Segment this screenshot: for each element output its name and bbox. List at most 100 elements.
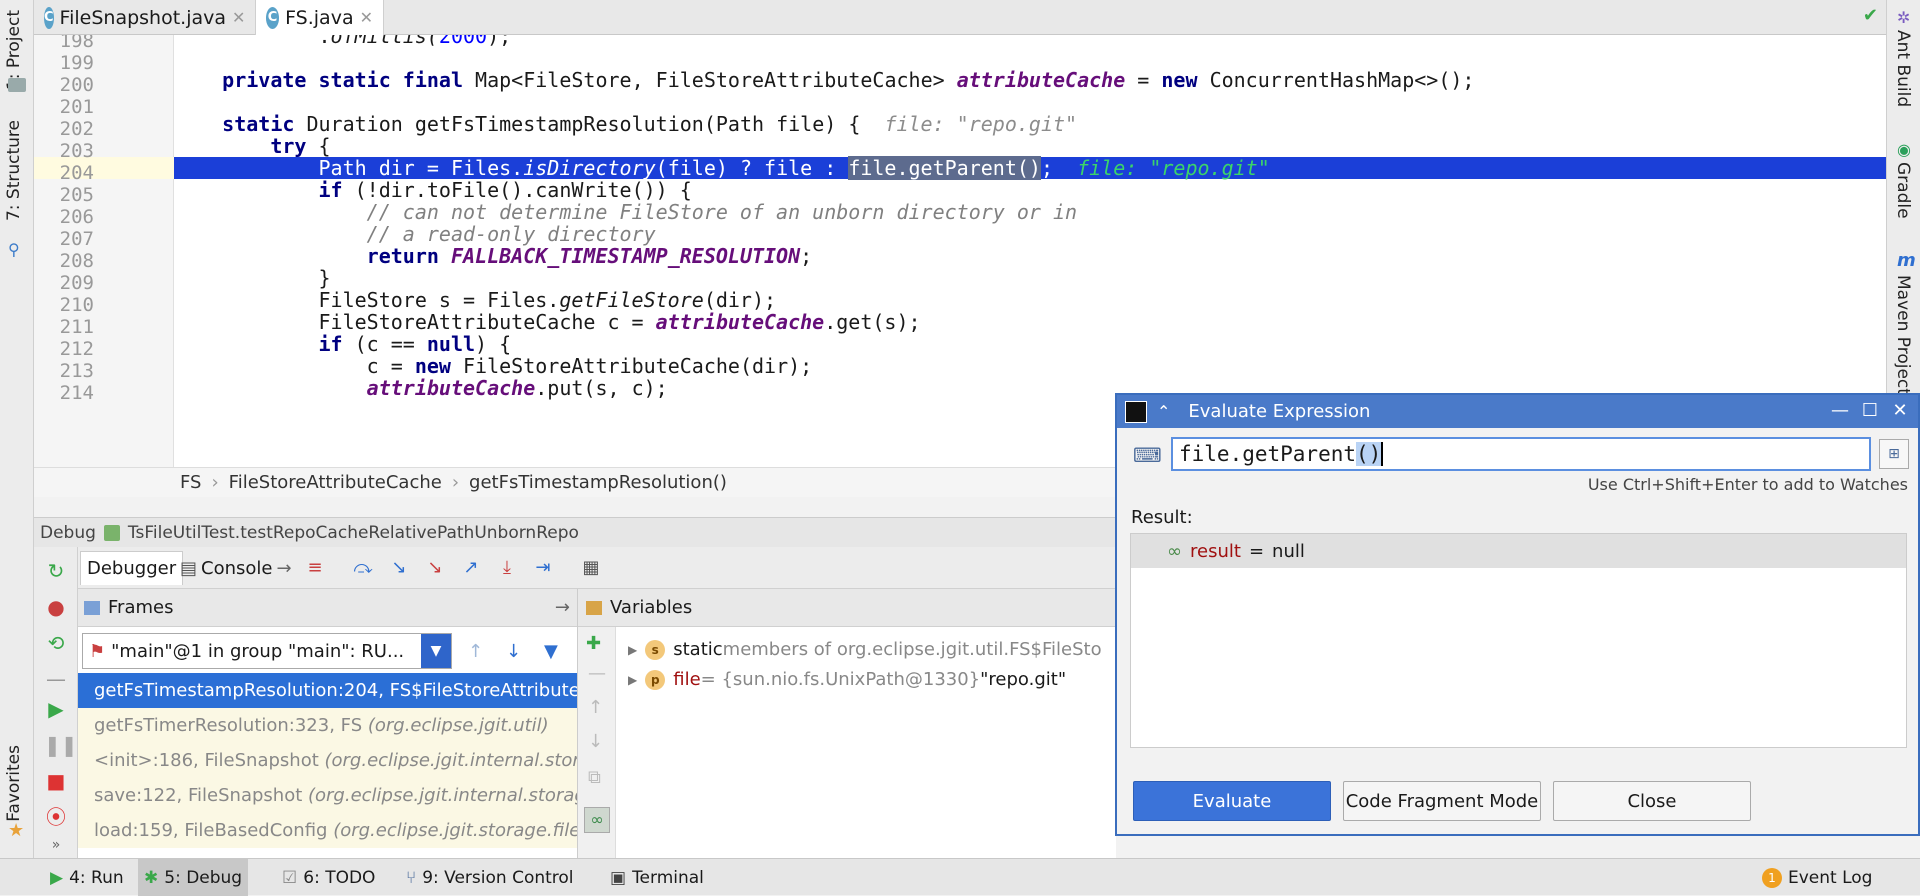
move-up-icon[interactable]: ↑	[588, 697, 603, 718]
maven-tool-tab[interactable]: Maven Projects	[1893, 275, 1913, 404]
line-number[interactable]: 208	[34, 250, 94, 272]
line-number[interactable]: 199	[34, 52, 94, 74]
arrow-down-icon[interactable]: ↓	[506, 641, 521, 662]
close-icon[interactable]: ✕	[360, 8, 373, 27]
frame-row[interactable]: getFsTimestampResolution:204, FS$FileSto…	[78, 673, 577, 708]
close-button[interactable]: Close	[1553, 781, 1751, 821]
line-number[interactable]: 198	[34, 35, 94, 52]
code-fragment-mode-button[interactable]: Code Fragment Mode	[1343, 781, 1541, 821]
frame-row[interactable]: <init>:186, FileSnapshot (org.eclipse.jg…	[78, 743, 577, 778]
line-number[interactable]: 214	[34, 382, 94, 404]
step-over-icon[interactable]: ⤼	[352, 557, 374, 579]
tab-fs[interactable]: C FS.java ✕	[256, 0, 384, 35]
line-number[interactable]: 204	[34, 162, 94, 184]
pin-icon[interactable]: →	[555, 597, 570, 618]
remove-watch-icon[interactable]: —	[588, 663, 606, 684]
variable-row[interactable]: ▶ s static members of org.eclipse.jgit.uti…	[628, 633, 1102, 667]
frame-row[interactable]: getFsTimerResolution:323, FS (org.eclips…	[78, 708, 577, 743]
filter-icon[interactable]: ▼	[544, 641, 558, 662]
structure-tool-tab[interactable]: 7: Structure	[4, 120, 24, 221]
execution-line[interactable]: Path dir = Files.isDirectory(file) ? fil…	[174, 156, 1886, 180]
line-number[interactable]: 203	[34, 140, 94, 162]
code-line[interactable]	[174, 47, 1886, 69]
tab-debugger[interactable]: Debugger	[80, 551, 184, 585]
variable-row[interactable]: ▶ p file = {sun.nio.fs.UnixPath@1330} "rep…	[628, 663, 1066, 697]
add-watch-icon[interactable]: ✚	[586, 633, 601, 654]
line-number[interactable]: 212	[34, 338, 94, 360]
restart-icon[interactable]: ⟲	[44, 631, 68, 655]
more-icon[interactable]: »	[44, 833, 68, 857]
line-number[interactable]: 211	[34, 316, 94, 338]
evaluate-expression-icon[interactable]: ▦	[580, 557, 602, 579]
code-line[interactable]: .ofMillis(2000);	[174, 35, 1886, 47]
history-icon[interactable]: ⌨	[1133, 443, 1162, 467]
pause-icon[interactable]: ❚❚	[44, 733, 78, 757]
frame-row[interactable]: load:159, FileBasedConfig (org.eclipse.j…	[78, 813, 577, 848]
line-number[interactable]: 207	[34, 228, 94, 250]
rerun-icon[interactable]: ↻	[44, 559, 68, 583]
view-breakpoints-icon[interactable]: ⦿	[44, 805, 68, 829]
line-number[interactable]: 213	[34, 360, 94, 382]
drop-frame-icon[interactable]: ⤓	[496, 557, 518, 579]
run-to-cursor-icon[interactable]: ⇥	[532, 557, 554, 579]
result-row[interactable]: ∞ result = null	[1131, 534, 1906, 568]
gradle-tool-tab[interactable]: Gradle	[1893, 162, 1913, 219]
frame-row[interactable]: save:122, FileSnapshot (org.eclipse.jgit…	[78, 778, 577, 813]
tab-filesnapshot[interactable]: C FileSnapshot.java ✕	[34, 0, 256, 35]
run-config-name[interactable]: TsFileUtilTest.testRepoCacheRelativePath…	[128, 523, 579, 543]
todo-tool-tab[interactable]: ☑ 6: TODO	[276, 859, 381, 896]
editor-gutter[interactable]: 198 199 200 201 202 203 204 205 206 207 208 209 210 2…	[34, 35, 174, 467]
expand-arrow-icon[interactable]: ▶	[628, 633, 637, 667]
show-execution-point-icon[interactable]: ≡	[304, 557, 326, 579]
collapse-icon[interactable]: ⌃	[1157, 402, 1170, 421]
code-line[interactable]: private static final Map<FileStore, File…	[174, 69, 1886, 91]
close-window-icon[interactable]: ✕	[1887, 399, 1913, 423]
stop-icon[interactable]: ●	[44, 595, 68, 619]
minimize-icon[interactable]: —	[1827, 399, 1853, 423]
code-line[interactable]: FileStoreAttributeCache c = attributeCac…	[174, 311, 1886, 333]
code-line[interactable]: c = new FileStoreAttributeCache(dir);	[174, 355, 1886, 377]
code-line[interactable]: static Duration getFsTimestampResolution…	[174, 113, 1886, 135]
arrow-up-icon[interactable]: ↑	[468, 641, 483, 662]
chevron-down-icon[interactable]: ▼	[421, 634, 451, 668]
code-line[interactable]: // can not determine FileStore of an unb…	[174, 201, 1886, 223]
favorites-tool-tab[interactable]: Favorites	[4, 745, 24, 822]
expand-arrow-icon[interactable]: ▶	[628, 663, 637, 697]
event-log-tool-tab[interactable]: 1 Event Log	[1756, 859, 1878, 896]
line-number[interactable]: 206	[34, 206, 94, 228]
dialog-title-bar[interactable]: ⌃ Evaluate Expression — ☐ ✕	[1117, 395, 1918, 428]
resume-icon[interactable]: ▶	[44, 697, 68, 721]
maximize-icon[interactable]: ☐	[1857, 399, 1883, 423]
close-icon[interactable]: ✕	[232, 8, 245, 27]
run-tool-tab[interactable]: ▶ 4: Run	[44, 859, 130, 896]
line-number[interactable]: 200	[34, 74, 94, 96]
vcs-tool-tab[interactable]: ⑂ 9: Version Control	[400, 859, 580, 896]
watch-glasses-icon[interactable]: ∞	[584, 807, 610, 833]
expand-icon[interactable]: ⊞	[1879, 439, 1909, 469]
step-out-icon[interactable]: ↗	[460, 557, 482, 579]
evaluate-button[interactable]: Evaluate	[1133, 781, 1331, 821]
line-number[interactable]: 202	[34, 118, 94, 140]
code-line[interactable]: // a read-only directory	[174, 223, 1886, 245]
code-line[interactable]: if (c == null) {	[174, 333, 1886, 355]
move-down-icon[interactable]: ↓	[588, 731, 603, 752]
breadcrumb-item[interactable]: getFsTimestampResolution()	[469, 472, 727, 493]
debug-tool-tab[interactable]: ✱ 5: Debug	[138, 859, 249, 896]
expression-input[interactable]: file.getParent()	[1171, 437, 1871, 471]
line-number[interactable]: 201	[34, 96, 94, 118]
terminal-tool-tab[interactable]: ▣ Terminal	[604, 859, 710, 896]
code-line[interactable]: }	[174, 267, 1886, 289]
breadcrumb-item[interactable]: FS	[180, 472, 201, 493]
code-line[interactable]: try {	[174, 135, 1886, 157]
ant-build-tool-tab[interactable]: Ant Build	[1893, 30, 1913, 107]
code-line[interactable]: FileStore s = Files.getFileStore(dir);	[174, 289, 1886, 311]
line-number[interactable]: 210	[34, 294, 94, 316]
stop-square-icon[interactable]: ■	[44, 769, 68, 793]
thread-selector[interactable]: ⚑ "main"@1 in group "main": RU... ▼	[82, 633, 452, 669]
step-into-icon[interactable]: ↘	[388, 557, 410, 579]
code-line[interactable]	[174, 91, 1886, 113]
code-line[interactable]: return FALLBACK_TIMESTAMP_RESOLUTION;	[174, 245, 1886, 267]
copy-icon[interactable]: ⧉	[588, 767, 601, 788]
force-step-into-icon[interactable]: ↘	[424, 557, 446, 579]
tab-console[interactable]: ▤ Console →	[174, 551, 298, 585]
